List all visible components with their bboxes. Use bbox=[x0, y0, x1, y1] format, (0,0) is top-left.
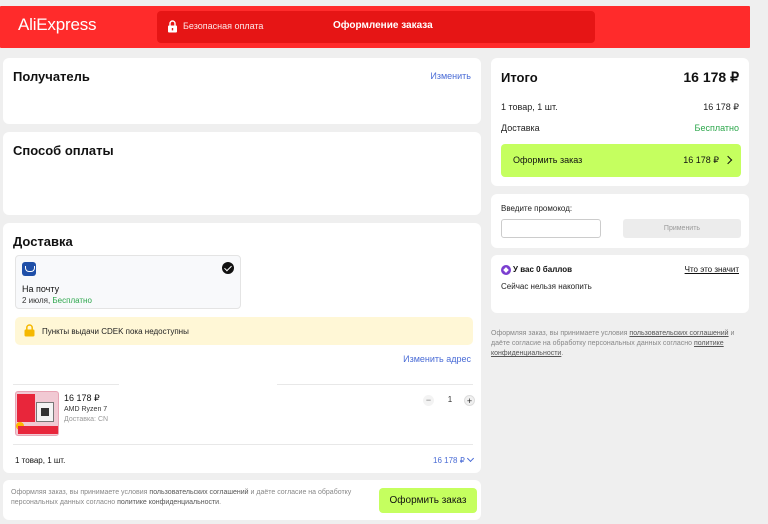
bottom-legal-prefix: Оформляя заказ, вы принимаете условия bbox=[11, 489, 148, 496]
secure-payment-label: Безопасная оплата bbox=[183, 21, 264, 31]
place-order-button[interactable]: Оформить заказ 16 178 ₽ bbox=[501, 144, 741, 177]
total-value: 16 178 ₽ bbox=[683, 69, 739, 85]
items-summary-price-value: 16 178 ₽ bbox=[433, 456, 465, 465]
place-order-button-bottom[interactable]: Оформить заказ bbox=[379, 488, 477, 513]
change-address-link[interactable]: Изменить адрес bbox=[403, 354, 471, 364]
promo-label: Введите промокод: bbox=[501, 204, 573, 213]
promo-card: Введите промокод: Применить bbox=[491, 194, 749, 248]
place-order-label: Оформить заказ bbox=[513, 155, 583, 165]
chevron-down-icon bbox=[466, 454, 474, 463]
delivery-option-name: На почту bbox=[22, 284, 60, 294]
payment-method-title: Способ оплаты bbox=[13, 143, 114, 158]
product-shipping-origin: Доставка: CN bbox=[64, 416, 109, 423]
product-name[interactable]: AMD Ryzen 7 bbox=[64, 406, 107, 413]
user-agreements-link[interactable]: пользовательских соглашений bbox=[149, 489, 248, 496]
page-title: Оформление заказа bbox=[333, 20, 433, 31]
secure-payment-bar: Безопасная оплата Оформление заказа bbox=[157, 11, 595, 43]
header-bar: AliExpress Безопасная оплата Оформление … bbox=[0, 6, 750, 48]
items-summary: 1 товар, 1 шт. bbox=[15, 456, 66, 465]
apply-promo-button[interactable]: Применить bbox=[623, 219, 741, 238]
product-image[interactable] bbox=[15, 391, 59, 436]
recipient-card: Получатель Изменить bbox=[3, 58, 481, 124]
delivery-card: Доставка На почту 2 июля, Бесплатно Пунк… bbox=[3, 223, 481, 473]
product-price: 16 178 ₽ bbox=[64, 393, 100, 403]
quantity-stepper: − 1 + bbox=[423, 395, 475, 407]
payment-method-card: Способ оплаты bbox=[3, 132, 481, 215]
points-icon bbox=[501, 265, 511, 275]
points-subtitle: Сейчас нельзя накопить bbox=[501, 282, 592, 291]
delivery-option-date: 2 июля, Бесплатно bbox=[22, 296, 92, 305]
check-icon bbox=[222, 262, 234, 274]
delivery-date: 2 июля, bbox=[22, 296, 51, 305]
items-count-value: 16 178 ₽ bbox=[703, 102, 739, 112]
delivery-option-price: Бесплатно bbox=[52, 296, 92, 305]
items-summary-price[interactable]: 16 178 ₽ bbox=[433, 454, 474, 465]
notice-text: Пункты выдачи CDEK пока недоступны bbox=[42, 327, 189, 336]
aliexpress-logo[interactable]: AliExpress bbox=[18, 15, 97, 35]
place-order-amount: 16 178 ₽ bbox=[683, 155, 719, 165]
decrease-quantity-button[interactable]: − bbox=[423, 395, 434, 406]
total-title: Итого bbox=[501, 70, 538, 85]
bottom-legal-text: Оформляя заказ, вы принимаете условия по… bbox=[11, 488, 371, 508]
privacy-policy-link[interactable]: политике конфиденциальности bbox=[117, 499, 219, 506]
delivery-title: Доставка bbox=[13, 234, 73, 249]
delivery-option-post[interactable]: На почту 2 июля, Бесплатно bbox=[15, 255, 241, 309]
points-info-link[interactable]: Что это значит bbox=[685, 265, 739, 274]
divider bbox=[13, 384, 119, 385]
lock-icon bbox=[24, 324, 35, 337]
divider bbox=[13, 444, 473, 445]
side-legal-text: Оформляя заказ, вы принимаете условия по… bbox=[491, 329, 749, 359]
side-legal-end: . bbox=[561, 350, 564, 357]
total-card: Итого 16 178 ₽ 1 товар, 1 шт. 16 178 ₽ Д… bbox=[491, 58, 749, 186]
recipient-title: Получатель bbox=[13, 69, 90, 84]
bottom-order-bar: Оформляя заказ, вы принимаете условия по… bbox=[3, 480, 481, 520]
promo-code-input[interactable] bbox=[501, 219, 601, 238]
increase-quantity-button[interactable]: + bbox=[464, 395, 475, 406]
lock-icon bbox=[168, 20, 177, 33]
recipient-edit-link[interactable]: Изменить bbox=[430, 71, 471, 81]
chevron-right-icon bbox=[723, 155, 733, 165]
side-user-agreements-link[interactable]: пользовательских соглашений bbox=[629, 330, 728, 337]
side-legal-prefix: Оформляя заказ, вы принимаете условия bbox=[491, 330, 628, 337]
points-card: У вас 0 баллов Что это значит Сейчас нел… bbox=[491, 255, 749, 313]
pickup-unavailable-notice: Пункты выдачи CDEK пока недоступны bbox=[15, 317, 473, 345]
items-count-label: 1 товар, 1 шт. bbox=[501, 102, 558, 112]
points-title: У вас 0 баллов bbox=[513, 265, 573, 274]
bottom-legal-end: . bbox=[219, 499, 222, 506]
quantity-value: 1 bbox=[447, 395, 453, 404]
divider bbox=[277, 384, 473, 385]
delivery-cost-value: Бесплатно bbox=[694, 123, 739, 133]
delivery-cost-label: Доставка bbox=[501, 123, 540, 133]
russian-post-icon bbox=[22, 262, 36, 276]
